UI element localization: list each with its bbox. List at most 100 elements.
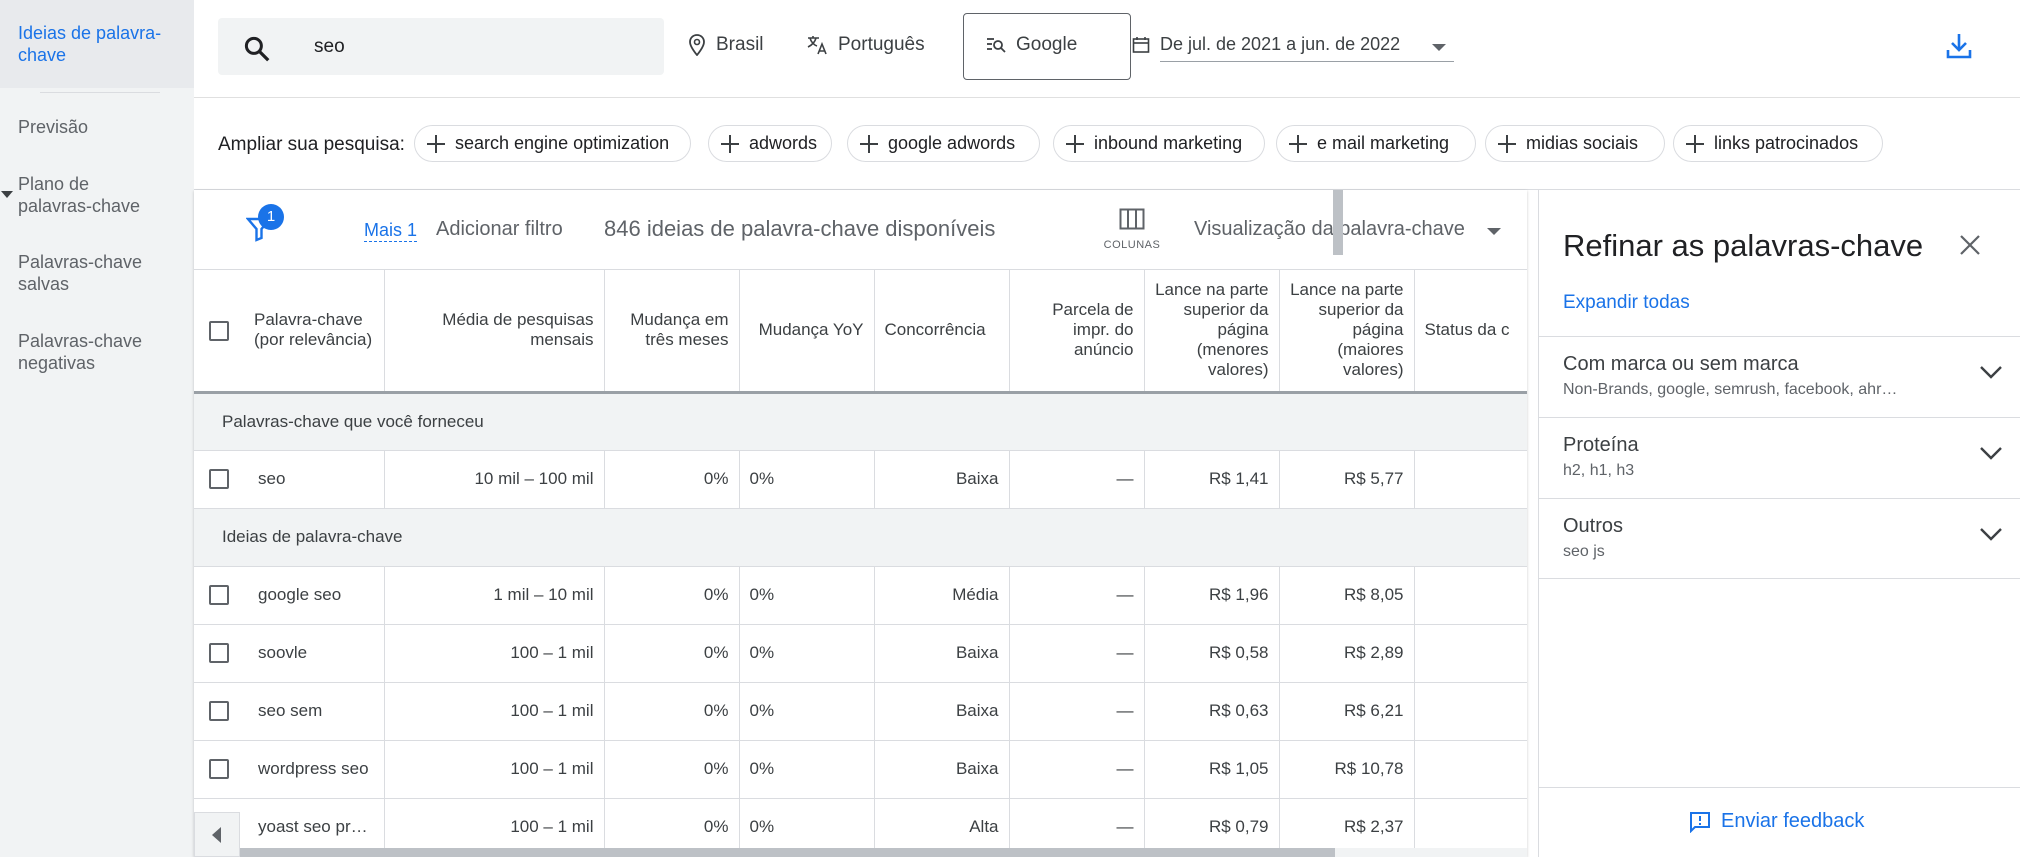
table-cell — [1414, 566, 1527, 625]
header-yoy-change[interactable]: Mudança YoY — [739, 270, 875, 394]
table-cell: 100 – 1 mil — [384, 740, 605, 799]
chip-inbound-marketing[interactable]: inbound marketing — [1053, 125, 1265, 162]
chip-e-mail-marketing[interactable]: e mail marketing — [1276, 125, 1476, 162]
chip-label: e mail marketing — [1317, 133, 1450, 153]
sidebar-item-keyword-plan[interactable]: Plano de palavras-chave — [0, 173, 160, 217]
date-underline — [1160, 61, 1454, 62]
chip-label: adwords — [749, 133, 818, 153]
table-cell: R$ 0,63 — [1144, 682, 1280, 741]
refine-keywords-panel: Refinar as palavras-chave Expandir todas… — [1538, 190, 2020, 857]
table-row[interactable]: soovle 100 – 1 mil 0% 0% Baixa — R$ 0,58 R$ 2,8… — [194, 624, 1527, 683]
row-checkbox[interactable] — [194, 624, 244, 683]
horizontal-scrollbar[interactable] — [194, 848, 1527, 857]
row-checkbox[interactable] — [194, 450, 244, 509]
view-selector[interactable]: Visualização da palavra-chave — [1194, 218, 1465, 241]
table-cell: R$ 1,41 — [1144, 450, 1280, 509]
calendar-icon — [1132, 36, 1150, 53]
refine-section-values: seo js — [1563, 543, 1605, 560]
download-icon[interactable] — [1946, 32, 1972, 60]
plus-icon — [1686, 135, 1704, 153]
top-bar: seo Brasil Português Google De jul. de 2… — [194, 0, 2020, 98]
search-network-icon — [987, 38, 1006, 53]
columns-button[interactable]: COLUNAS — [1102, 208, 1162, 251]
header-avg-searches[interactable]: Média de pesquisas mensais — [384, 270, 605, 394]
location-label: Brasil — [716, 34, 764, 55]
table-cell[interactable]: google seo — [244, 566, 385, 625]
table-cell: R$ 1,05 — [1144, 740, 1280, 799]
chevron-down-icon — [1980, 447, 2002, 460]
group-label: Palavras-chave que você forneceu — [194, 392, 1527, 451]
vertical-scrollbar[interactable] — [1333, 190, 1343, 255]
plus-icon — [1289, 135, 1307, 153]
table-cell: R$ 5,77 — [1279, 450, 1415, 509]
table-row[interactable]: seo 10 mil – 100 mil 0% 0% Baixa — R$ 1,41 R$ 5… — [194, 450, 1527, 509]
header-bid-high[interactable]: Lance na parte superior da página (maior… — [1279, 270, 1415, 394]
select-all-checkbox[interactable] — [194, 270, 244, 394]
table-cell: 0% — [739, 624, 875, 683]
chip-search-engine-optimization[interactable]: search engine optimization — [414, 125, 691, 162]
search-value: seo — [314, 36, 345, 57]
date-range-selector[interactable]: De jul. de 2021 a jun. de 2022 — [1132, 34, 1400, 55]
feedback-icon — [1690, 811, 1710, 833]
search-input[interactable]: seo — [218, 18, 664, 75]
filter-count-badge: 1 — [258, 204, 284, 230]
horizontal-scrollbar-thumb[interactable] — [240, 848, 1335, 857]
header-status[interactable]: Status da c — [1414, 270, 1527, 394]
chip-label: links patrocinados — [1714, 133, 1859, 153]
table-cell: R$ 0,58 — [1144, 624, 1280, 683]
refine-section-title: Proteína — [1563, 434, 1639, 456]
table-row[interactable]: wordpress seo 100 – 1 mil 0% 0% Baixa — R$ 1,0… — [194, 740, 1527, 799]
close-icon[interactable] — [1959, 234, 1981, 256]
scroll-left-button[interactable] — [194, 812, 240, 857]
chip-google-adwords[interactable]: google adwords — [847, 125, 1040, 162]
table-cell[interactable]: soovle — [244, 624, 385, 683]
sidebar-item-saved-keywords[interactable]: Palavras-chave salvas — [0, 251, 160, 295]
caret-down-icon[interactable] — [1432, 44, 1446, 51]
header-impression-share[interactable]: Parcela de impr. do anúncio — [1009, 270, 1145, 394]
add-filter-button[interactable]: Adicionar filtro — [436, 218, 563, 241]
chip-adwords[interactable]: adwords — [708, 125, 832, 162]
table-cell — [1414, 682, 1527, 741]
chip-midias-sociais[interactable]: midias sociais — [1485, 125, 1665, 162]
refine-section-others[interactable]: Outros seo js — [1539, 498, 2020, 579]
row-checkbox[interactable] — [194, 682, 244, 741]
refine-section-values: Non-Brands, google, semrush, facebook, a… — [1563, 381, 1898, 398]
header-three-month-change[interactable]: Mudança em três meses — [604, 270, 740, 394]
sidebar-item-negative-keywords[interactable]: Palavras-chave negativas — [0, 330, 160, 374]
chevron-down-icon — [1980, 528, 2002, 541]
columns-icon — [1119, 208, 1145, 230]
plus-icon — [1066, 135, 1084, 153]
send-feedback-button[interactable]: Enviar feedback — [1689, 810, 1864, 833]
table-cell[interactable]: seo — [244, 450, 385, 509]
table-cell[interactable]: wordpress seo — [244, 740, 385, 799]
header-keyword[interactable]: Palavra-chave (por relevância) — [244, 270, 385, 394]
refine-section-brand[interactable]: Com marca ou sem marca Non-Brands, googl… — [1539, 336, 2020, 417]
table-cell: Baixa — [874, 740, 1010, 799]
table-cell: 100 – 1 mil — [384, 682, 605, 741]
search-engine-selector[interactable]: Google — [963, 13, 1131, 80]
caret-down-icon[interactable] — [1487, 228, 1501, 235]
table-cell: 0% — [604, 566, 740, 625]
header-bid-low[interactable]: Lance na parte superior da página (menor… — [1144, 270, 1280, 394]
table-cell: Média — [874, 566, 1010, 625]
sidebar-item-keyword-ideas[interactable]: Ideias de palavra-chave — [0, 0, 194, 88]
refine-section-protein[interactable]: Proteína h2, h1, h3 — [1539, 417, 2020, 498]
sidebar-item-forecast[interactable]: Previsão — [0, 116, 194, 138]
location-selector[interactable]: Brasil — [688, 34, 764, 56]
chip-label: search engine optimization — [455, 133, 670, 153]
more-filters-link[interactable]: Mais 1 — [364, 220, 418, 242]
keyword-table: Palavra-chave (por relevância) Média de … — [194, 270, 1527, 857]
table-cell: — — [1009, 566, 1145, 625]
table-row[interactable]: google seo 1 mil – 10 mil 0% 0% Média — R$ 1,9… — [194, 566, 1527, 625]
row-checkbox[interactable] — [194, 566, 244, 625]
language-selector[interactable]: Português — [806, 34, 925, 56]
row-checkbox[interactable] — [194, 740, 244, 799]
expand-all-link[interactable]: Expandir todas — [1563, 292, 1690, 314]
header-competition[interactable]: Concorrência — [874, 270, 1010, 394]
table-cell: — — [1009, 682, 1145, 741]
plus-icon — [1498, 135, 1516, 153]
table-cell[interactable]: seo sem — [244, 682, 385, 741]
chevron-down-icon — [1980, 366, 2002, 379]
table-row[interactable]: seo sem 100 – 1 mil 0% 0% Baixa — R$ 0,63 R$ 6,… — [194, 682, 1527, 741]
chip-links-patrocinados[interactable]: links patrocinados — [1673, 125, 1883, 162]
